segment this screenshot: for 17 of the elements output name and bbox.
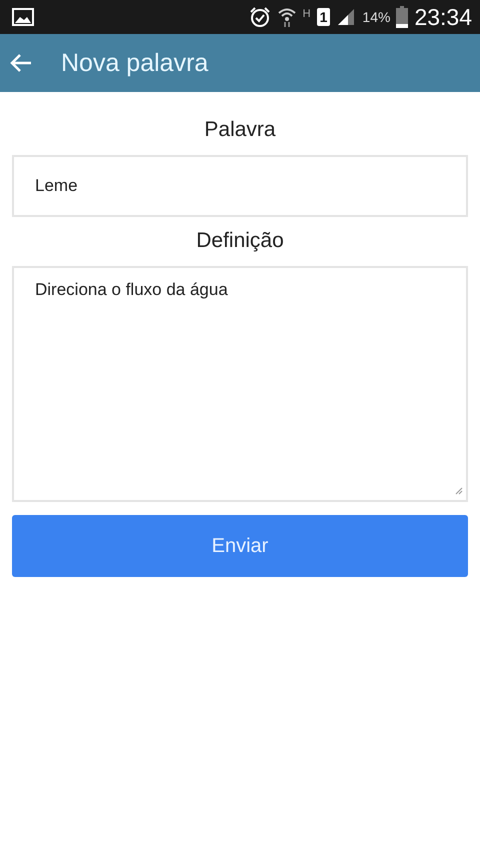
back-button[interactable]	[9, 53, 33, 73]
wifi-icon	[276, 6, 297, 28]
image-icon	[12, 8, 34, 26]
resize-handle-icon	[455, 487, 463, 495]
definition-textarea[interactable]: Direciona o fluxo da água	[12, 266, 468, 502]
word-input[interactable]: Leme	[12, 155, 468, 217]
sim-slot-badge: 1	[316, 8, 330, 26]
alarm-icon	[248, 6, 271, 28]
signal-icon	[336, 7, 356, 27]
battery-percent: 14%	[362, 9, 390, 25]
battery-icon	[396, 6, 408, 28]
back-arrow-icon	[9, 53, 33, 73]
field-label: Definição	[196, 229, 284, 253]
network-type-label: H	[302, 8, 311, 20]
clock-time: 23:34	[414, 4, 472, 30]
field-label: Palavra	[204, 118, 276, 142]
screen-title: Nova palavra	[61, 48, 208, 78]
